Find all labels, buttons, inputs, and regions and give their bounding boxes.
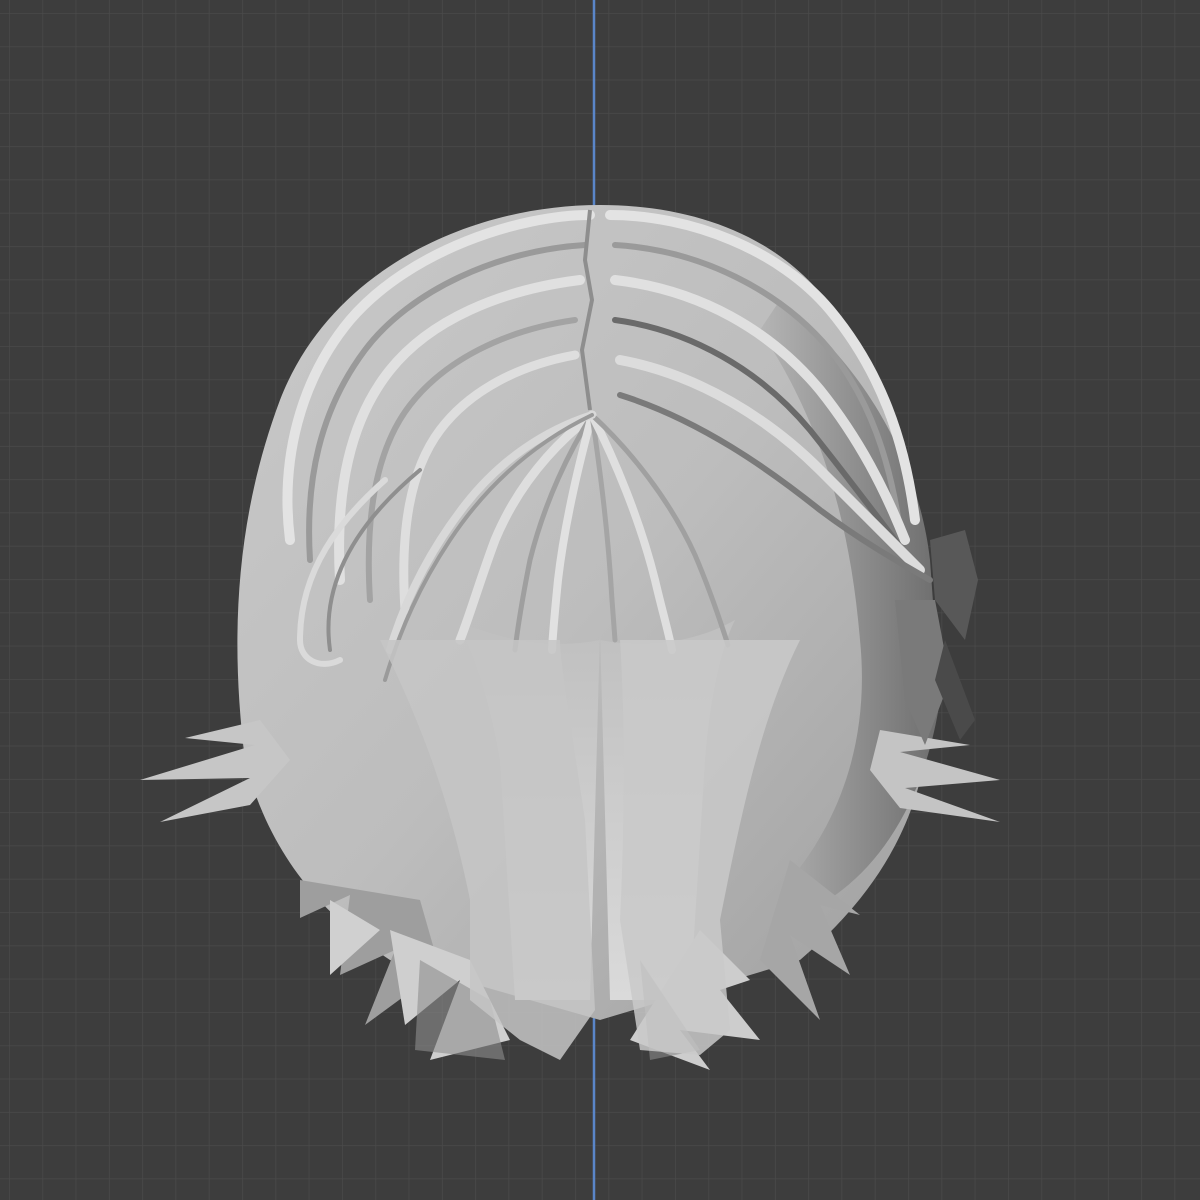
viewport-canvas [0, 0, 1200, 1200]
3d-viewport[interactable] [0, 0, 1200, 1200]
